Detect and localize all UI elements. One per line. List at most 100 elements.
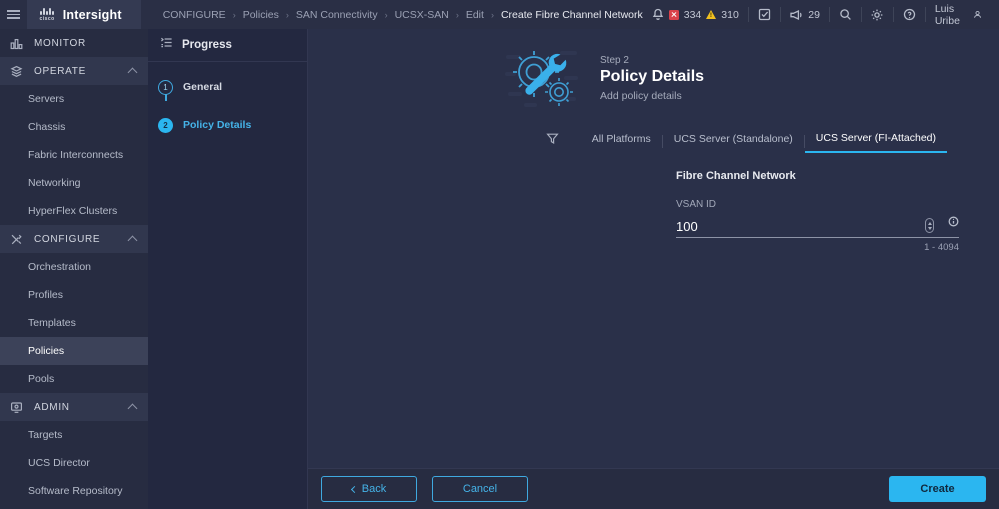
announcement-count: 29 xyxy=(808,8,820,21)
admin-screen-icon xyxy=(8,401,24,414)
sidebar-item-ucs-director[interactable]: UCS Director xyxy=(0,449,148,477)
step-hero: Step 2 Policy Details Add policy details xyxy=(308,29,999,111)
sidebar-item-profiles[interactable]: Profiles xyxy=(0,281,148,309)
user-menu-button[interactable]: Luis Uribe xyxy=(926,0,991,29)
sidebar-item-configure[interactable]: CONFIGURE xyxy=(0,225,148,253)
warning-alarm-icon xyxy=(706,10,717,19)
hamburger-menu-button[interactable] xyxy=(0,0,28,29)
sidebar-item-fabric-interconnects[interactable]: Fabric Interconnects xyxy=(0,141,148,169)
sidebar-item-orchestration[interactable]: Orchestration xyxy=(0,253,148,281)
section-title-fibre-channel-network: Fibre Channel Network xyxy=(676,170,796,182)
sidebar-item-monitor[interactable]: MONITOR xyxy=(0,29,148,57)
sidebar-item-admin[interactable]: ADMIN xyxy=(0,393,148,421)
progress-title: Progress xyxy=(182,39,232,51)
checklist-button[interactable] xyxy=(749,0,780,29)
progress-steps: 1 General 2 Policy Details xyxy=(148,62,307,138)
back-button[interactable]: Back xyxy=(321,476,417,502)
search-icon xyxy=(839,9,851,20)
operate-stack-icon xyxy=(8,65,24,78)
vsan-id-field: VSAN ID 100 1 - 4094 xyxy=(676,199,959,253)
announcements-button[interactable]: 29 xyxy=(780,0,829,29)
search-button[interactable] xyxy=(830,0,861,29)
filter-funnel-icon[interactable] xyxy=(546,132,559,150)
cisco-wordmark: cisco xyxy=(39,16,55,22)
brand-logo[interactable]: cisco Intersight xyxy=(27,0,141,29)
step-hero-text: Step 2 Policy Details Add policy details xyxy=(600,55,704,102)
vsan-id-input-row xyxy=(676,214,959,238)
breadcrumb-item-edit[interactable]: Edit xyxy=(466,9,484,21)
sidebar-label-operate: OPERATE xyxy=(34,65,86,77)
sidebar-label-monitor: MONITOR xyxy=(34,37,86,49)
breadcrumb-separator: › xyxy=(232,9,236,20)
top-bar-actions: 334 310 29 xyxy=(642,0,999,29)
tab-ucs-server-standalone[interactable]: UCS Server (Standalone) xyxy=(663,130,804,152)
breadcrumb-separator: › xyxy=(455,9,459,20)
page-title: Policy Details xyxy=(600,67,705,85)
main-content: Step 2 Policy Details Add policy details… xyxy=(308,29,999,509)
sidebar-item-hyperflex-clusters[interactable]: HyperFlex Clusters xyxy=(0,197,148,225)
tab-ucs-server-fi-attached[interactable]: UCS Server (FI-Attached) xyxy=(804,129,947,153)
help-button[interactable] xyxy=(894,0,925,29)
tab-all-platforms[interactable]: All Platforms xyxy=(581,130,662,152)
cisco-logo-icon: cisco xyxy=(39,7,54,22)
breadcrumb-item-san-connectivity[interactable]: SAN Connectivity xyxy=(296,9,378,21)
intersight-app: cisco Intersight CONFIGURE › Policies › … xyxy=(0,0,999,509)
step-label-general: General xyxy=(183,81,223,93)
back-button-label: Back xyxy=(361,483,387,495)
sidebar-item-targets[interactable]: Targets xyxy=(0,421,148,449)
progress-header: Progress xyxy=(148,29,307,62)
settings-button[interactable] xyxy=(861,0,893,29)
hamburger-icon xyxy=(7,8,21,21)
create-button-label: Create xyxy=(920,483,955,495)
cancel-button-label: Cancel xyxy=(462,483,498,495)
progress-panel: Progress 1 General 2 Policy Details xyxy=(148,29,308,509)
chevron-up-icon xyxy=(127,235,138,246)
vsan-id-input[interactable] xyxy=(676,219,925,234)
checklist-icon xyxy=(758,8,770,21)
progress-list-icon xyxy=(160,36,173,54)
progress-step-policy-details[interactable]: 2 Policy Details xyxy=(158,112,307,138)
warning-alarm-count: 310 xyxy=(721,8,739,21)
create-button[interactable]: Create xyxy=(889,476,986,502)
gears-wrench-illustration-icon xyxy=(505,51,578,107)
configure-tools-icon xyxy=(8,233,24,246)
breadcrumb-item-configure[interactable]: CONFIGURE xyxy=(163,9,226,21)
page-subtitle: Add policy details xyxy=(600,89,682,102)
breadcrumb-item-ucsx-san[interactable]: UCSX-SAN xyxy=(395,9,449,21)
number-stepper-icon[interactable] xyxy=(925,218,934,233)
sidebar-item-software-repository[interactable]: Software Repository xyxy=(0,477,148,505)
vsan-id-range-hint: 1 - 4094 xyxy=(924,242,959,253)
sidebar-item-policies[interactable]: Policies xyxy=(0,337,148,365)
sidebar-label-configure: CONFIGURE xyxy=(34,233,101,245)
sidebar-label-admin: ADMIN xyxy=(34,401,70,413)
policy-form: Fibre Channel Network VSAN ID 100 1 - 40… xyxy=(308,153,999,253)
progress-step-general[interactable]: 1 General xyxy=(158,74,307,100)
breadcrumb-separator: › xyxy=(384,9,388,20)
critical-alarm-icon xyxy=(668,9,679,20)
sidebar-nav: MONITOR OPERATE Servers Chassis Fabric I… xyxy=(0,29,148,509)
product-name: Intersight xyxy=(62,7,122,22)
chevron-left-icon xyxy=(350,485,358,493)
sidebar-item-networking[interactable]: Networking xyxy=(0,169,148,197)
main-scroll-area: Step 2 Policy Details Add policy details… xyxy=(308,29,999,468)
breadcrumb-separator: › xyxy=(285,9,289,20)
critical-alarm-count: 334 xyxy=(683,8,702,21)
info-circle-icon[interactable] xyxy=(948,214,959,232)
cancel-button[interactable]: Cancel xyxy=(432,476,528,502)
gear-icon xyxy=(871,9,883,20)
user-avatar-icon xyxy=(974,10,981,18)
sidebar-item-servers[interactable]: Servers xyxy=(0,85,148,113)
chevron-up-icon xyxy=(127,67,138,78)
breadcrumb-item-current: Create Fibre Channel Network xyxy=(500,8,643,21)
sidebar-item-chassis[interactable]: Chassis xyxy=(0,113,148,141)
monitor-chart-icon xyxy=(8,37,24,50)
breadcrumb-separator: › xyxy=(490,9,494,20)
app-body: MONITOR OPERATE Servers Chassis Fabric I… xyxy=(0,29,999,509)
breadcrumb-item-policies[interactable]: Policies xyxy=(243,9,279,21)
user-name: Luis Uribe xyxy=(934,2,960,27)
bell-icon xyxy=(652,8,663,20)
sidebar-item-operate[interactable]: OPERATE xyxy=(0,57,148,85)
alarms-button[interactable]: 334 310 xyxy=(643,0,748,29)
sidebar-item-pools[interactable]: Pools xyxy=(0,365,148,393)
sidebar-item-templates[interactable]: Templates xyxy=(0,309,148,337)
